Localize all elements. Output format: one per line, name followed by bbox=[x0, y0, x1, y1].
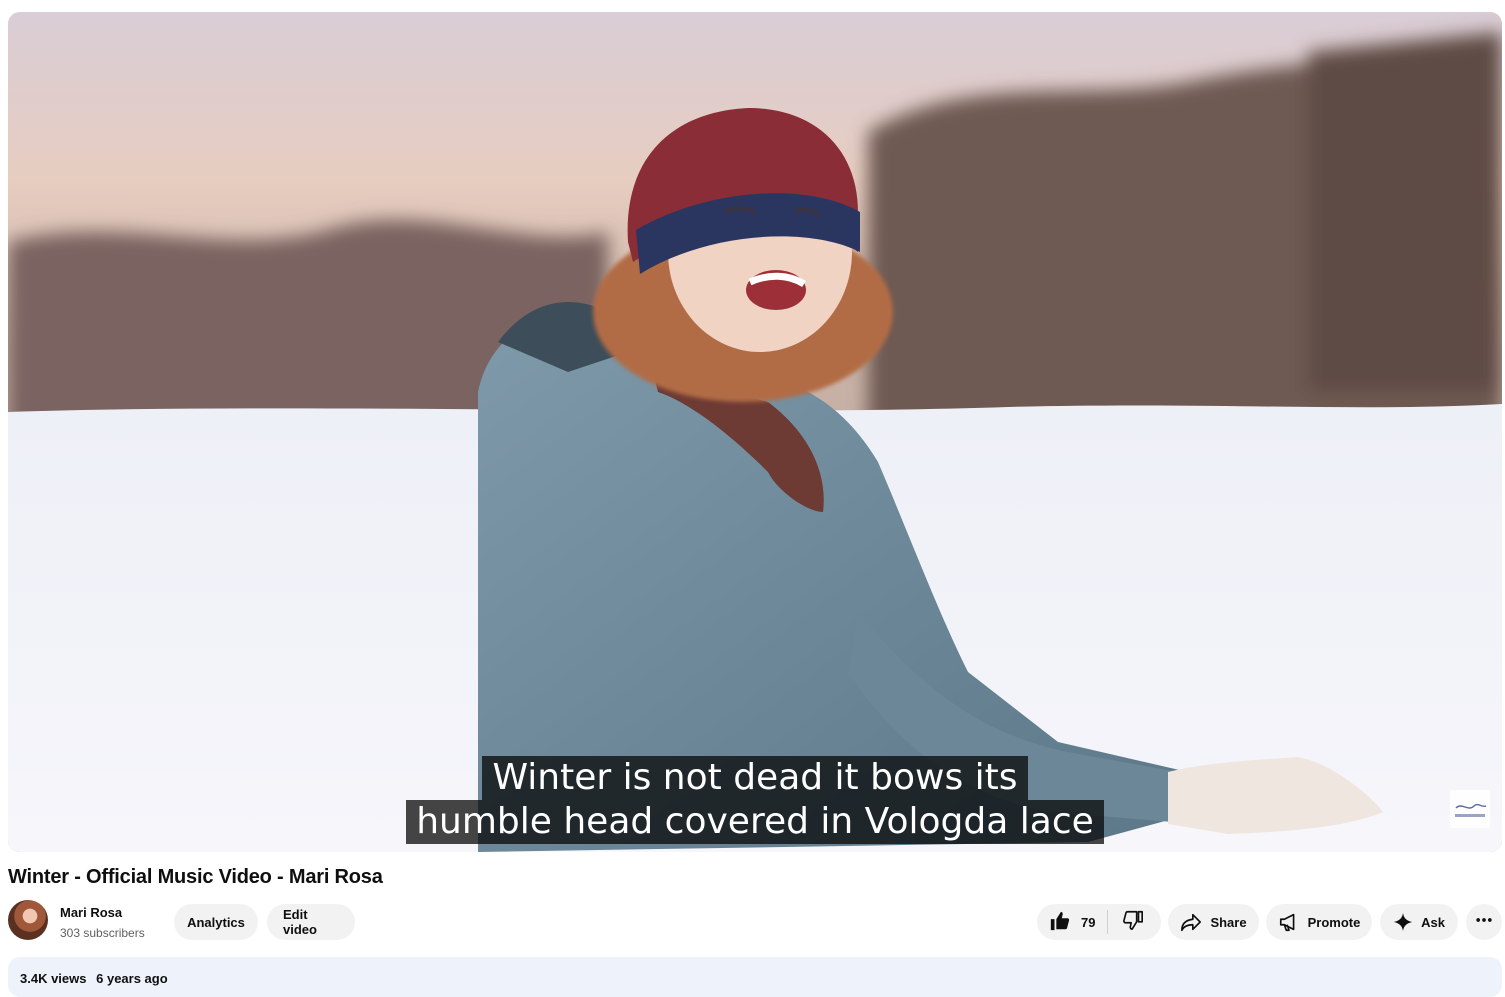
analytics-button[interactable]: Analytics bbox=[174, 904, 258, 940]
dislike-button[interactable] bbox=[1108, 904, 1158, 940]
video-title: Winter - Official Music Video - Mari Ros… bbox=[8, 866, 383, 888]
share-arrow-icon bbox=[1180, 911, 1202, 933]
caption-overlay: Winter is not dead it bows its humble he… bbox=[8, 756, 1502, 844]
thumbs-up-icon bbox=[1049, 910, 1071, 935]
like-dislike-group: 79 bbox=[1037, 904, 1161, 940]
caption-line: Winter is not dead it bows its bbox=[482, 756, 1028, 800]
view-count: 3.4K views bbox=[20, 971, 87, 986]
video-frame bbox=[8, 12, 1502, 852]
edit-video-label: Edit video bbox=[283, 907, 317, 937]
more-horizontal-icon bbox=[1474, 910, 1494, 935]
caption-line: humble head covered in Vologda lace bbox=[406, 800, 1104, 844]
ask-label: Ask bbox=[1421, 914, 1445, 930]
ask-button[interactable]: Ask bbox=[1380, 904, 1458, 940]
promote-button[interactable]: Promote bbox=[1266, 904, 1372, 940]
megaphone-icon bbox=[1278, 911, 1300, 933]
channel-watermark[interactable] bbox=[1450, 790, 1490, 828]
edit-video-button[interactable]: Edit video bbox=[267, 904, 355, 940]
subscriber-count: 303 subscribers bbox=[60, 926, 145, 940]
like-button[interactable]: 79 bbox=[1037, 904, 1107, 940]
owner-row: Mari Rosa 303 subscribers Analytics Edit… bbox=[8, 900, 1502, 944]
share-label: Share bbox=[1210, 914, 1247, 930]
video-player[interactable]: Winter is not dead it bows its humble he… bbox=[8, 12, 1502, 852]
description-box[interactable]: 3.4K views 6 years ago bbox=[8, 957, 1502, 997]
like-count: 79 bbox=[1081, 914, 1096, 930]
channel-avatar[interactable] bbox=[8, 900, 48, 940]
description-meta: 3.4K views 6 years ago bbox=[20, 971, 168, 986]
share-button[interactable]: Share bbox=[1168, 904, 1259, 940]
channel-name[interactable]: Mari Rosa bbox=[60, 905, 122, 920]
upload-age: 6 years ago bbox=[96, 971, 168, 986]
more-actions-button[interactable] bbox=[1466, 904, 1502, 940]
analytics-label: Analytics bbox=[187, 914, 245, 930]
thumbs-down-icon bbox=[1122, 909, 1144, 936]
sparkle-icon bbox=[1393, 912, 1413, 932]
promote-label: Promote bbox=[1307, 914, 1361, 930]
